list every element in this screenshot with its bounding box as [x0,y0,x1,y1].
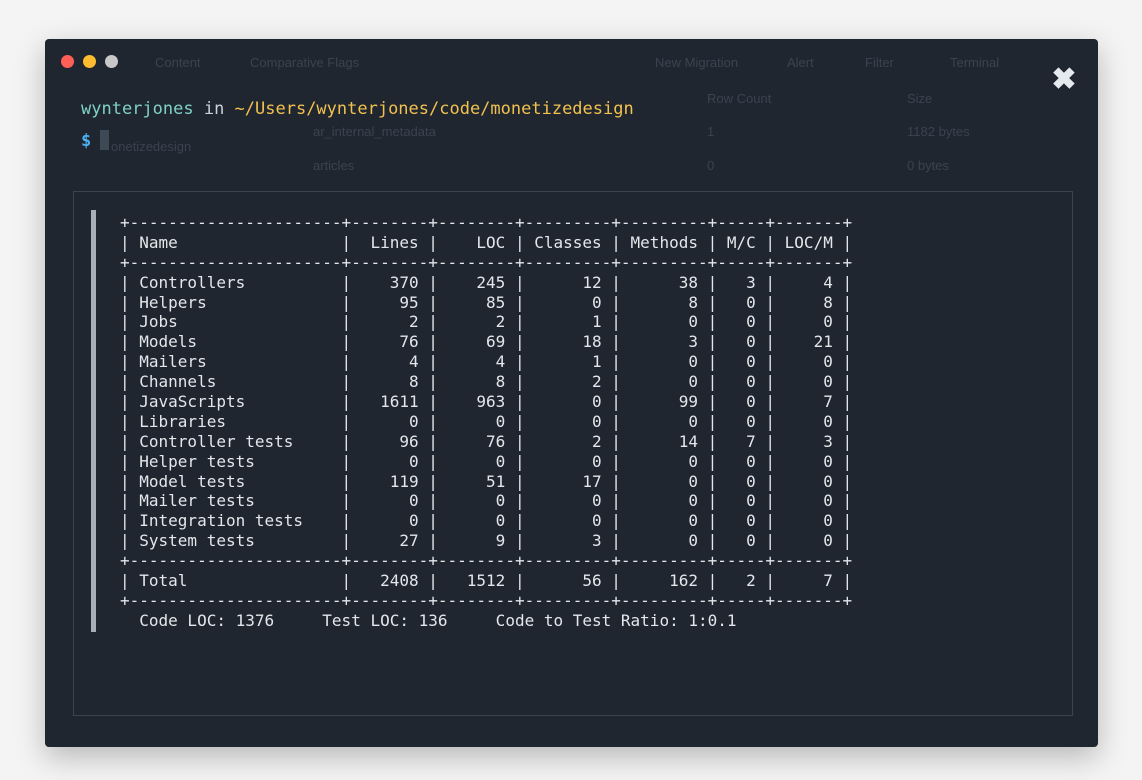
output-line: +----------------------+--------+-------… [120,551,853,571]
prompt-in: in [193,99,235,119]
output-line: | Helper tests | 0 | 0 | 0 | 0 | 0 | 0 | [120,451,853,471]
output-line: | Jobs | 2 | 2 | 1 | 0 | 0 | 0 | [120,312,853,332]
ghost-terminal: Terminal [950,55,1000,70]
ghost-header-size: Size [907,91,933,106]
output-line: | Mailer tests | 0 | 0 | 0 | 0 | 0 | 0 | [120,491,853,511]
prompt-user: wynterjones [81,99,194,119]
ghost-row-count: 0 [707,158,715,173]
close-icon[interactable]: ✖ [1049,65,1079,95]
command-line[interactable]: $ [81,130,110,151]
ghost-filter: Filter [865,55,894,70]
ghost-row-size: 1182 bytes [907,124,970,139]
ghost-row-count: 1 [707,124,715,139]
output-panel: +----------------------+--------+-------… [73,191,1073,716]
minimize-window-button[interactable] [83,55,96,68]
output-line: | Controllers | 370 | 245 | 12 | 38 | 3 … [120,272,853,292]
ghost-alert: Alert [787,55,814,70]
ghost-row-name: ar_internal_metadata [313,124,436,139]
ghost-header-rowcount: Row Count [707,91,772,106]
output-line: | Controller tests | 96 | 76 | 2 | 14 | … [120,431,853,451]
terminal-window: Content Comparative Flags New Migration … [45,39,1098,747]
ghost-row-name: articles [313,158,355,173]
output-line: | Mailers | 4 | 4 | 1 | 0 | 0 | 0 | [120,352,853,372]
output-line: +----------------------+--------+-------… [120,590,853,610]
output-line: +----------------------+--------+-------… [120,252,853,272]
output-gutter-bar [91,210,96,632]
stats-output: +----------------------+--------+-------… [120,213,852,631]
prompt-symbol: $ [81,131,92,151]
output-line: | Libraries | 0 | 0 | 0 | 0 | 0 | 0 | [120,411,853,431]
output-line: | JavaScripts | 1611 | 963 | 0 | 99 | 0 … [120,392,853,412]
ghost-new-migration: New Migration [655,55,739,70]
ghost-row-size: 0 bytes [907,158,949,173]
output-line: | Integration tests | 0 | 0 | 0 | 0 | 0 … [120,511,853,531]
prompt-path: ~/Users/wynterjones/code/monetizedesign [234,99,634,119]
output-line: | Models | 76 | 69 | 18 | 3 | 0 | 21 | [120,332,853,352]
output-line: | Name | Lines | LOC | Classes | Methods… [120,232,853,252]
output-line: +----------------------+--------+-------… [120,213,853,232]
window-controls [61,55,118,68]
output-line: | Total | 2408 | 1512 | 56 | 162 | 2 | 7… [120,571,853,591]
text-cursor [100,130,110,150]
output-line: | Channels | 8 | 8 | 2 | 0 | 0 | 0 | [120,372,853,392]
output-line: | Helpers | 95 | 85 | 0 | 8 | 0 | 8 | [120,292,853,312]
zoom-window-button[interactable] [105,55,118,68]
ghost-sidebar-item: onetizedesign [111,139,192,154]
output-line: | System tests | 27 | 9 | 3 | 0 | 0 | 0 … [120,531,853,551]
shell-prompt: wynterjones in ~/Users/wynterjones/code/… [81,99,634,119]
ghost-tab-flags: Comparative Flags [250,55,360,70]
close-window-button[interactable] [61,55,74,68]
background-toolbar: Content Comparative Flags New Migration … [45,39,1098,85]
output-summary-line: Code LOC: 1376 Test LOC: 136 Code to Tes… [120,610,737,630]
ghost-tab-content: Content [155,55,201,70]
output-line: | Model tests | 119 | 51 | 17 | 0 | 0 | … [120,471,853,491]
